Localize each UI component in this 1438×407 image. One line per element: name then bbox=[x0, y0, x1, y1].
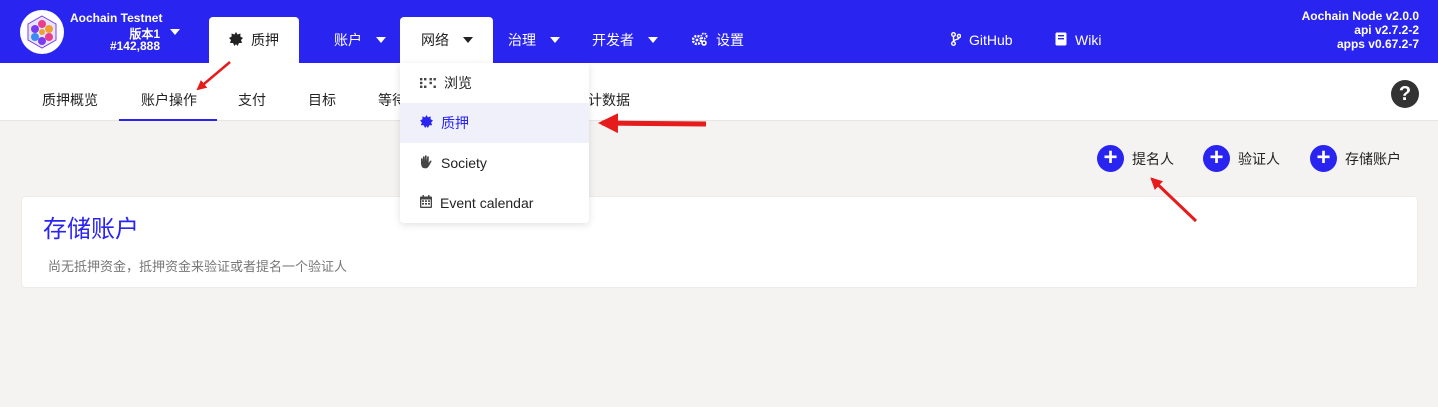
stash-accounts-card: 存储账户 尚无抵押资金，抵押资金来验证或者提名一个验证人 bbox=[21, 196, 1418, 288]
plus-icon: + bbox=[1097, 145, 1124, 172]
help-icon[interactable]: ? bbox=[1391, 80, 1419, 108]
add-nominator-button[interactable]: + 提名人 bbox=[1097, 145, 1174, 172]
nav-accounts[interactable]: 账户 bbox=[334, 17, 386, 63]
nav-settings-label: 设置 bbox=[716, 32, 744, 48]
hand-icon bbox=[420, 154, 433, 172]
chain-name: Aochain Testnet bbox=[70, 11, 163, 25]
tab-targets[interactable]: 目标 bbox=[308, 63, 336, 121]
nav-wiki-label: Wiki bbox=[1075, 32, 1102, 48]
nav-github-label: GitHub bbox=[969, 32, 1013, 48]
nav-github[interactable]: GitHub bbox=[951, 17, 1013, 63]
menu-item-event-calendar-label: Event calendar bbox=[440, 195, 534, 211]
node-version: Aochain Node v2.0.0 bbox=[1301, 9, 1419, 23]
tab-staking-overview[interactable]: 质押概览 bbox=[42, 63, 98, 121]
apps-version: apps v0.67.2-7 bbox=[1336, 37, 1419, 51]
nav-governance-label: 治理 bbox=[508, 32, 536, 48]
plus-icon: + bbox=[1203, 145, 1230, 172]
braille-icon bbox=[420, 75, 436, 91]
nav-staking-label: 质押 bbox=[251, 32, 279, 48]
chain-block-number: #142,888 bbox=[109, 39, 160, 53]
nav-network[interactable]: 网络 bbox=[400, 17, 493, 63]
nav-staking[interactable]: 质押 bbox=[209, 17, 299, 63]
api-version: api v2.7.2-2 bbox=[1354, 23, 1419, 37]
add-stash-button[interactable]: + 存储账户 bbox=[1310, 145, 1401, 172]
menu-item-explorer-label: 浏览 bbox=[444, 75, 472, 91]
chevron-down-icon bbox=[648, 37, 658, 43]
nav-wiki[interactable]: Wiki bbox=[1055, 17, 1101, 63]
node-version-info: Aochain Node v2.0.0 api v2.7.2-2 apps v0… bbox=[1302, 9, 1419, 51]
certificate-icon bbox=[420, 115, 433, 131]
nav-network-label: 网络 bbox=[421, 32, 449, 48]
plus-icon: + bbox=[1310, 145, 1337, 172]
menu-item-staking[interactable]: 质押 bbox=[400, 103, 589, 143]
menu-item-event-calendar[interactable]: Event calendar bbox=[400, 183, 589, 223]
nav-developer[interactable]: 开发者 bbox=[592, 17, 658, 63]
menu-item-society[interactable]: Society bbox=[400, 143, 589, 183]
card-title: 存储账户 bbox=[43, 216, 139, 243]
empty-state-message: 尚无抵押资金，抵押资金来验证或者提名一个验证人 bbox=[48, 259, 348, 274]
menu-item-explorer[interactable]: 浏览 bbox=[400, 63, 589, 103]
add-stash-label: 存储账户 bbox=[1345, 150, 1401, 167]
add-validator-label: 验证人 bbox=[1238, 150, 1280, 167]
tab-account-actions[interactable]: 账户操作 bbox=[119, 63, 217, 121]
menu-item-society-label: Society bbox=[441, 155, 487, 171]
annotation-arrow-menu bbox=[598, 113, 707, 134]
gears-icon bbox=[691, 32, 708, 49]
tab-stats[interactable]: 计数据 bbox=[588, 63, 630, 121]
menu-item-staking-label: 质押 bbox=[441, 115, 469, 131]
chevron-down-icon bbox=[550, 37, 560, 43]
network-dropdown-menu: 浏览 质押 Society Event calendar bbox=[400, 63, 589, 223]
book-icon bbox=[1055, 32, 1067, 49]
top-navbar: Aochain Testnet 版本1 #142,888 质押 账户 网络 治理… bbox=[0, 0, 1438, 63]
add-nominator-label: 提名人 bbox=[1132, 150, 1174, 167]
calendar-icon bbox=[420, 195, 432, 211]
nav-developer-label: 开发者 bbox=[592, 32, 634, 48]
nav-governance[interactable]: 治理 bbox=[508, 17, 560, 63]
staking-subtabs: 质押概览 账户操作 支付 目标 等待 计数据 ? bbox=[0, 63, 1438, 121]
chevron-down-icon bbox=[376, 37, 386, 43]
chevron-down-icon bbox=[170, 29, 180, 35]
chevron-down-icon bbox=[463, 37, 473, 43]
nav-settings[interactable]: 设置 bbox=[691, 17, 744, 63]
tab-payouts[interactable]: 支付 bbox=[238, 63, 266, 121]
chain-logo-icon bbox=[20, 10, 64, 54]
code-branch-icon bbox=[951, 31, 962, 49]
chain-selector[interactable]: Aochain Testnet 版本1 #142,888 bbox=[20, 9, 190, 55]
add-validator-button[interactable]: + 验证人 bbox=[1203, 145, 1280, 172]
nav-accounts-label: 账户 bbox=[334, 32, 362, 48]
certificate-icon bbox=[229, 31, 243, 49]
